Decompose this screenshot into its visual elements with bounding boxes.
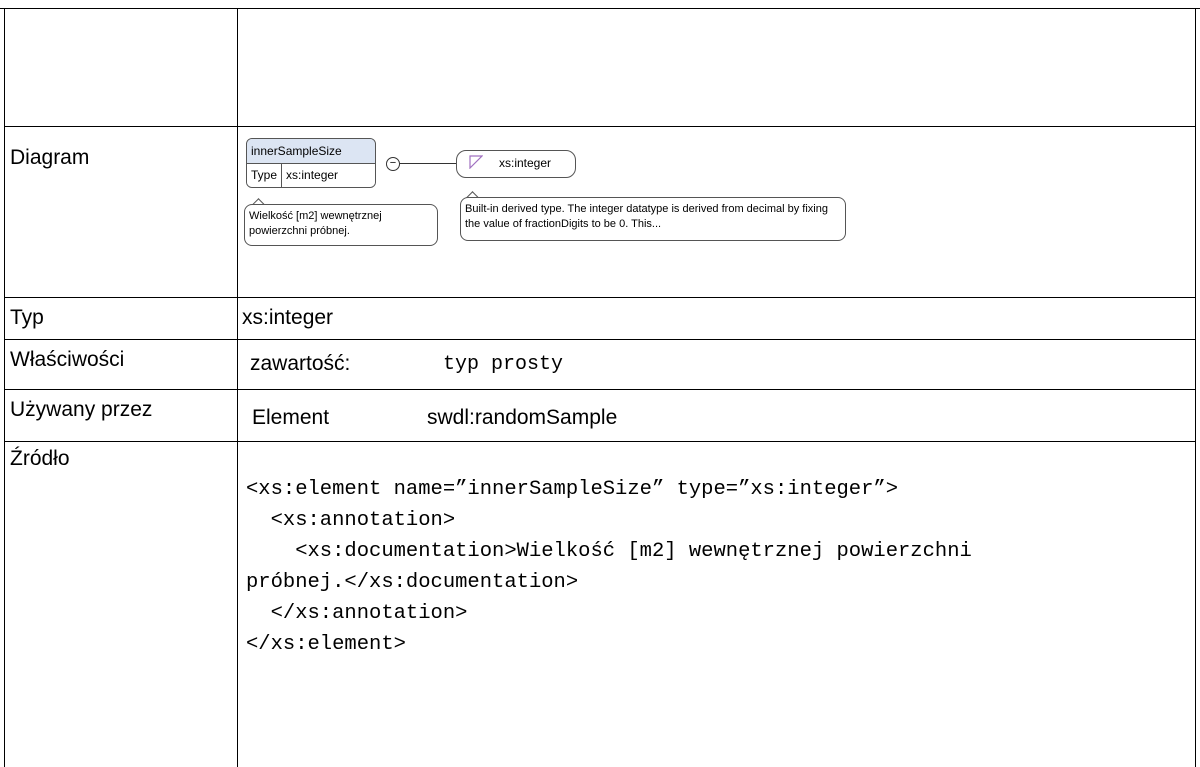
source-code-line: <xs:documentation>Wielkość [m2] wewnętrz… xyxy=(246,540,972,563)
source-code-line: </xs:annotation> xyxy=(246,602,468,625)
wlasciwosci-label: Właściwości xyxy=(10,348,125,371)
row-divider-1 xyxy=(4,126,1196,127)
base-type-box[interactable]: xs:integer xyxy=(456,150,576,178)
left-border xyxy=(4,8,5,767)
collapse-connector-icon[interactable]: − xyxy=(386,157,400,171)
typ-value: xs:integer xyxy=(242,306,334,329)
zrodlo-label: Źródło xyxy=(10,447,70,470)
base-type-name: xs:integer xyxy=(499,156,552,170)
row-divider-2 xyxy=(4,297,1196,298)
property-key: zawartość: xyxy=(250,352,351,375)
column-divider xyxy=(237,8,238,767)
row-divider-3 xyxy=(4,339,1196,340)
element-type-key: Type xyxy=(247,164,283,187)
element-annotation: Wielkość [m2] wewnętrznej powierzchni pr… xyxy=(244,204,438,246)
property-value: typ prosty xyxy=(443,353,564,376)
simple-type-icon xyxy=(469,155,483,169)
typ-label: Typ xyxy=(10,306,44,329)
used-by-reference[interactable]: swdl:randomSample xyxy=(427,406,617,430)
element-type-value: xs:integer xyxy=(286,168,339,182)
row-divider-5 xyxy=(4,441,1196,442)
element-box[interactable]: innerSampleSize Type xs:integer xyxy=(246,138,376,188)
right-border xyxy=(1195,8,1196,767)
schema-diagram: innerSampleSize Type xs:integer − xs:int… xyxy=(240,134,850,264)
source-code-line: </xs:element> xyxy=(246,633,406,656)
element-name: innerSampleSize xyxy=(247,139,375,164)
source-code-line: <xs:element name=”innerSampleSize” type=… xyxy=(246,478,899,501)
base-type-annotation: Built-in derived type. The integer datat… xyxy=(460,197,846,241)
diagram-label: Diagram xyxy=(10,146,90,169)
top-border xyxy=(0,8,1200,9)
source-code-line: próbnej.</xs:documentation> xyxy=(246,571,579,594)
used-by-kind: Element xyxy=(252,406,330,429)
connector-line xyxy=(399,163,456,164)
source-code-line: <xs:annotation> xyxy=(246,509,456,532)
row-divider-4 xyxy=(4,389,1196,390)
uzywany-label: Używany przez xyxy=(10,398,153,421)
